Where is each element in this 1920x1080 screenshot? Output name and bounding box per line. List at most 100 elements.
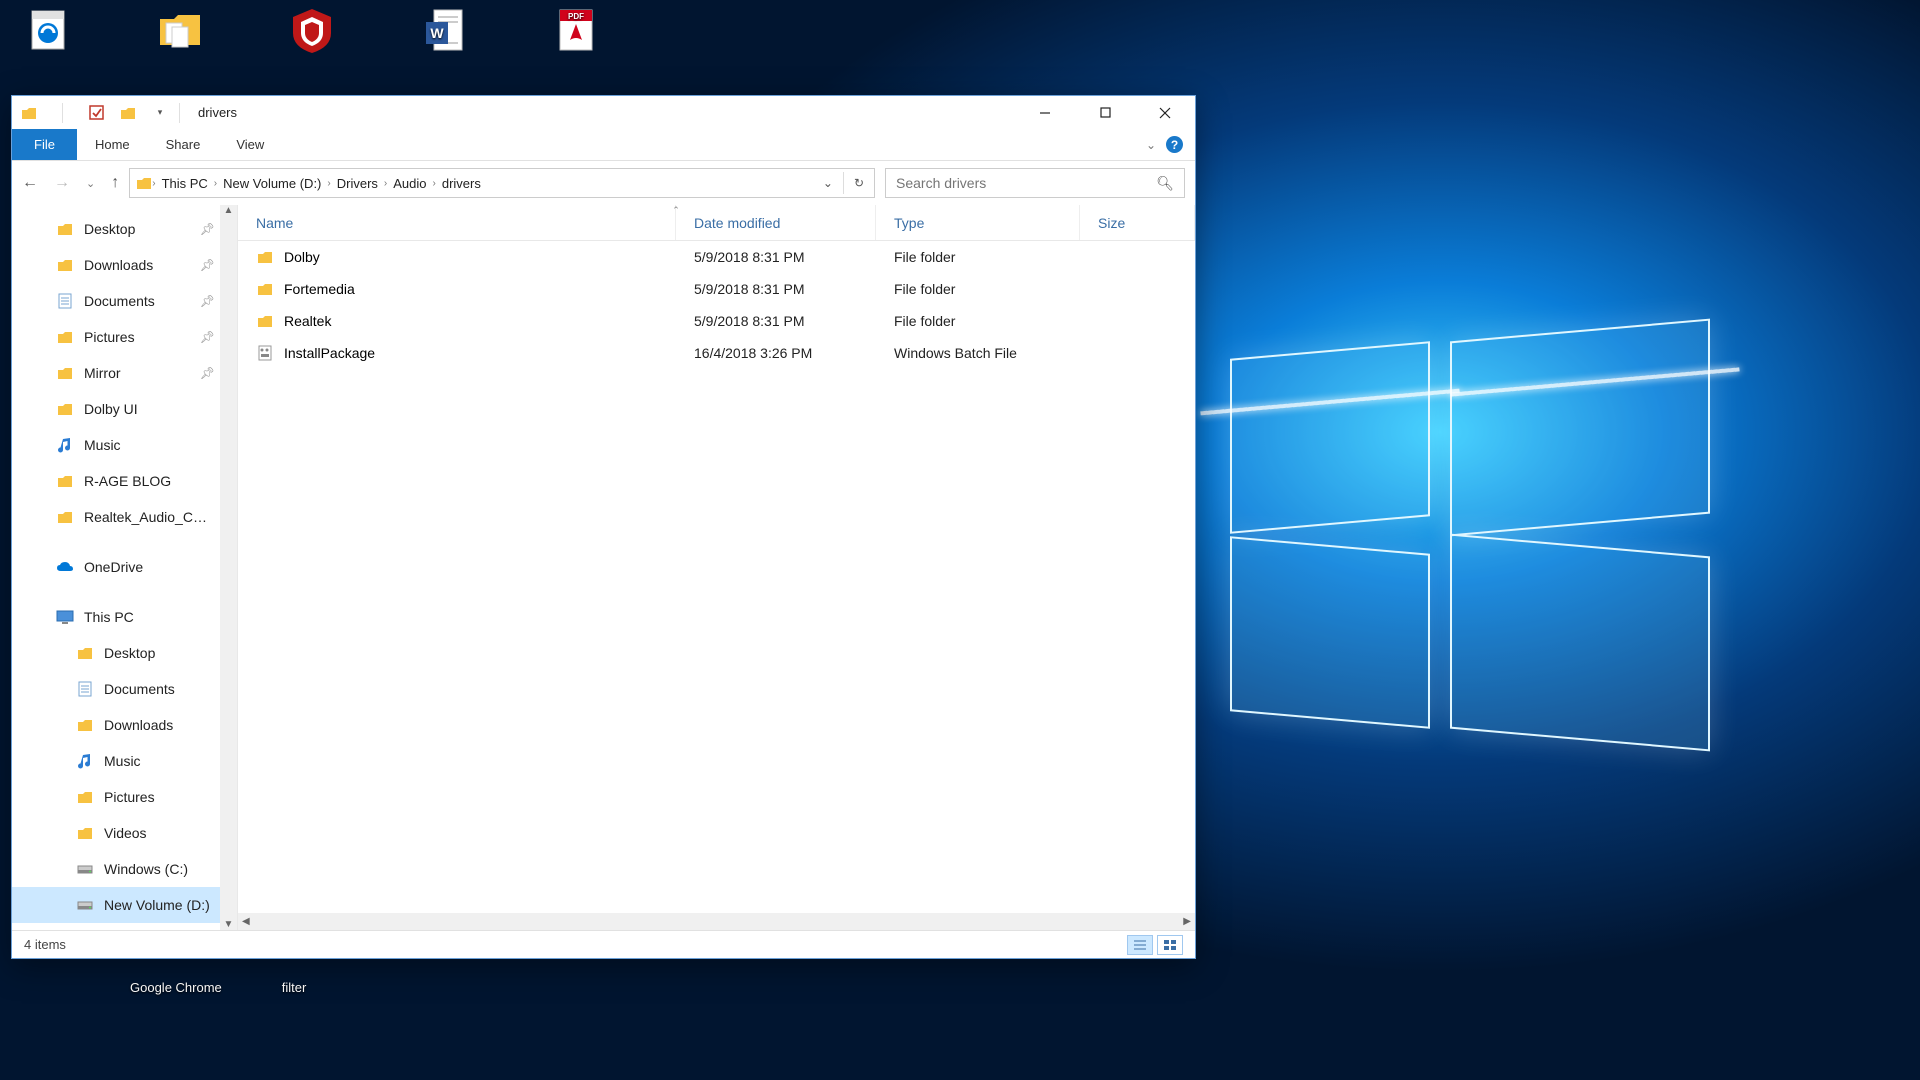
- nav-item-desktop[interactable]: Desktop📌︎: [12, 211, 237, 247]
- ribbon-tabs: File Home Share View ⌄ ?: [12, 129, 1195, 161]
- help-icon[interactable]: ?: [1166, 136, 1183, 153]
- close-button[interactable]: [1135, 96, 1195, 129]
- refresh-icon[interactable]: ↻: [848, 176, 870, 190]
- nav-item-dolby-ui[interactable]: Dolby UI: [12, 391, 237, 427]
- desktop-icon-edge[interactable]: [10, 6, 86, 56]
- folder-icon: [76, 788, 94, 806]
- nav-label: Videos: [104, 825, 147, 841]
- file-row[interactable]: Fortemedia5/9/2018 8:31 PMFile folder: [238, 273, 1195, 305]
- horizontal-scrollbar[interactable]: ◀ ▶: [238, 913, 1195, 930]
- navigation-pane: Desktop📌︎Downloads📌︎Documents📌︎Pictures📌…: [12, 205, 237, 930]
- desktop-icon-word[interactable]: W: [406, 6, 482, 56]
- tab-view[interactable]: View: [218, 129, 282, 160]
- folder-icon: [56, 400, 74, 418]
- nav-item-downloads[interactable]: Downloads: [12, 707, 237, 743]
- scroll-down-icon[interactable]: ▼: [224, 919, 234, 930]
- search-input[interactable]: [896, 175, 1156, 191]
- nav-label: Mirror: [84, 365, 121, 381]
- folder-icon: [76, 824, 94, 842]
- folder-icon: [56, 508, 74, 526]
- nav-item-windows-c-[interactable]: Windows (C:): [12, 851, 237, 887]
- desktop-icon-folder[interactable]: [142, 6, 218, 56]
- nav-onedrive[interactable]: OneDrive: [12, 549, 237, 585]
- file-list: Dolby5/9/2018 8:31 PMFile folderFortemed…: [238, 241, 1195, 913]
- breadcrumb-drivers[interactable]: Drivers: [331, 176, 384, 191]
- svg-text:PDF: PDF: [568, 12, 584, 21]
- minimize-button[interactable]: [1015, 96, 1075, 129]
- status-bar: 4 items: [12, 930, 1195, 958]
- nav-item-desktop[interactable]: Desktop: [12, 635, 237, 671]
- scroll-right-icon[interactable]: ▶: [1183, 916, 1191, 927]
- nav-item-videos[interactable]: Videos: [12, 815, 237, 851]
- nav-item-mirror[interactable]: Mirror📌︎: [12, 355, 237, 391]
- file-row[interactable]: Realtek5/9/2018 8:31 PMFile folder: [238, 305, 1195, 337]
- folder-icon: [256, 248, 274, 266]
- taskbar-labels: Google Chrome filter: [130, 980, 306, 995]
- folder-icon: [136, 176, 152, 190]
- tab-file[interactable]: File: [12, 129, 77, 160]
- documents-icon: [56, 292, 74, 310]
- nav-item-downloads[interactable]: Downloads📌︎: [12, 247, 237, 283]
- nav-item-r-age-blog[interactable]: R-AGE BLOG: [12, 463, 237, 499]
- nav-label: Documents: [104, 681, 175, 697]
- nav-label: Downloads: [84, 257, 153, 273]
- address-dropdown-icon[interactable]: ⌄: [817, 176, 839, 190]
- folder-icon: [56, 256, 74, 274]
- folder-icon: [76, 644, 94, 662]
- maximize-button[interactable]: [1075, 96, 1135, 129]
- desktop-icon-mcafee[interactable]: [274, 6, 350, 56]
- tab-home[interactable]: Home: [77, 129, 148, 160]
- details-view-button[interactable]: [1127, 935, 1153, 955]
- back-button[interactable]: ←: [22, 174, 38, 192]
- taskbar-label: Google Chrome: [130, 980, 222, 995]
- nav-label: R-AGE BLOG: [84, 473, 171, 489]
- file-type: Windows Batch File: [876, 345, 1080, 361]
- nav-item-documents[interactable]: Documents: [12, 671, 237, 707]
- pin-icon: 📌︎: [200, 294, 215, 308]
- breadcrumb-current[interactable]: drivers: [436, 176, 487, 191]
- search-box[interactable]: 🔍︎: [885, 168, 1185, 198]
- file-name: Realtek: [284, 313, 331, 329]
- nav-item-music[interactable]: Music: [12, 743, 237, 779]
- nav-this-pc[interactable]: This PC: [12, 599, 237, 635]
- nav-label: Dolby UI: [84, 401, 138, 417]
- breadcrumb-audio[interactable]: Audio: [387, 176, 432, 191]
- tab-share[interactable]: Share: [148, 129, 219, 160]
- folder-small-icon[interactable]: [119, 104, 137, 122]
- nav-label: Realtek_Audio_C…: [84, 509, 207, 525]
- nav-item-documents[interactable]: Documents📌︎: [12, 283, 237, 319]
- address-bar[interactable]: › This PC › New Volume (D:) › Drivers › …: [129, 168, 875, 198]
- nav-item-pictures[interactable]: Pictures📌︎: [12, 319, 237, 355]
- expand-ribbon-icon[interactable]: ⌄: [1146, 138, 1156, 152]
- titlebar[interactable]: ▾ drivers: [12, 96, 1195, 129]
- forward-button[interactable]: →: [54, 174, 70, 192]
- customize-qat-icon[interactable]: ▾: [151, 104, 169, 122]
- nav-label: Desktop: [104, 645, 155, 661]
- nav-label: Desktop: [84, 221, 135, 237]
- divider: [179, 103, 180, 123]
- file-explorer-window: ▾ drivers File Home Share View ⌄ ? ← → ⌄…: [11, 95, 1196, 959]
- nav-item-new-volume-d-[interactable]: New Volume (D:): [12, 887, 237, 923]
- folder-icon: [20, 104, 38, 122]
- navpane-scrollbar[interactable]: ▲ ▼: [220, 205, 237, 930]
- nav-item-music[interactable]: Music: [12, 427, 237, 463]
- desktop-icon-pdf[interactable]: PDF: [538, 6, 614, 56]
- scroll-left-icon[interactable]: ◀: [242, 916, 250, 927]
- properties-icon[interactable]: [87, 104, 105, 122]
- nav-item-pictures[interactable]: Pictures: [12, 779, 237, 815]
- up-button[interactable]: ↑: [111, 174, 119, 192]
- file-row[interactable]: InstallPackage16/4/2018 3:26 PMWindows B…: [238, 337, 1195, 369]
- file-date: 5/9/2018 8:31 PM: [676, 249, 876, 265]
- file-name: InstallPackage: [284, 345, 375, 361]
- breadcrumb-volume[interactable]: New Volume (D:): [217, 176, 327, 191]
- recent-locations-icon[interactable]: ⌄: [86, 177, 95, 190]
- thumbnails-view-button[interactable]: [1157, 935, 1183, 955]
- pc-icon: [56, 608, 74, 626]
- ribbon-right: ⌄ ?: [1146, 129, 1195, 160]
- breadcrumb-this-pc[interactable]: This PC: [156, 176, 214, 191]
- file-row[interactable]: Dolby5/9/2018 8:31 PMFile folder: [238, 241, 1195, 273]
- search-icon[interactable]: 🔍︎: [1156, 175, 1174, 192]
- cloud-icon: [56, 558, 74, 576]
- nav-item-realtek-audio-c-[interactable]: Realtek_Audio_C…: [12, 499, 237, 535]
- taskbar-label: filter: [282, 980, 307, 995]
